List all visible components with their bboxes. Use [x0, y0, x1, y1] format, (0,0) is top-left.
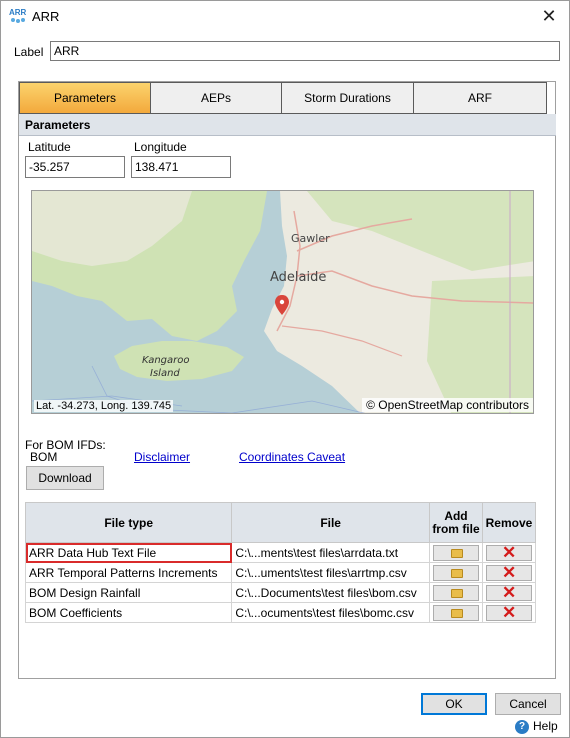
file-type-cell[interactable]: ARR Temporal Patterns Increments — [24, 562, 233, 583]
add-header-line1: Add — [444, 508, 468, 523]
remove-cell: ✕ — [481, 562, 537, 583]
ok-button[interactable]: OK — [421, 693, 487, 715]
disclaimer-link[interactable]: Disclaimer — [134, 450, 190, 464]
map-label-island: Island — [150, 368, 180, 379]
add-from-file-cell — [428, 582, 483, 603]
file-type-cell[interactable]: BOM Design Rainfall — [24, 582, 233, 603]
folder-icon — [450, 548, 463, 558]
file-table: File type File Add from file Remove ARR … — [24, 502, 537, 623]
table-row[interactable]: ARR Temporal Patterns Increments C:\...u… — [24, 562, 537, 583]
tab-arf[interactable]: ARF — [413, 82, 547, 114]
remove-button[interactable]: ✕ — [485, 542, 532, 562]
latitude-input[interactable] — [25, 156, 125, 178]
column-header-add-from-file[interactable]: Add from file — [428, 502, 483, 543]
svg-text:ARR: ARR — [9, 8, 27, 17]
add-header-line2: from file — [432, 521, 480, 536]
tab-storm-durations[interactable]: Storm Durations — [281, 82, 414, 114]
label-field-label: Label — [14, 45, 44, 59]
remove-button[interactable]: ✕ — [485, 562, 532, 582]
location-map[interactable]: Gawler Adelaide Kangaroo Island Lat. -34… — [31, 190, 534, 414]
map-canvas[interactable]: Gawler Adelaide Kangaroo Island — [32, 191, 534, 414]
map-attribution: © OpenStreetMap contributors — [362, 398, 533, 412]
column-header-file[interactable]: File — [231, 502, 430, 543]
title-bar: ARR ARR ✕ — [1, 1, 569, 32]
tab-parameters[interactable]: Parameters — [19, 82, 151, 114]
map-label-gawler: Gawler — [291, 232, 330, 245]
remove-button[interactable]: ✕ — [485, 602, 532, 622]
close-icon[interactable]: ✕ — [537, 4, 561, 28]
add-from-file-button[interactable] — [432, 604, 479, 621]
help-link[interactable]: ? Help — [515, 719, 558, 734]
latitude-label: Latitude — [28, 140, 71, 154]
table-row[interactable]: BOM Coefficients C:\...ocuments\test fil… — [24, 602, 537, 623]
remove-cell: ✕ — [481, 582, 537, 603]
help-icon: ? — [515, 719, 529, 734]
arr-dialog-window: ARR ARR ✕ Label Parameters AEPs Storm Du… — [0, 0, 570, 738]
table-row[interactable]: BOM Design Rainfall C:\...Documents\test… — [24, 582, 537, 603]
map-coordinate-readout: Lat. -34.273, Long. 139.745 — [34, 400, 174, 412]
map-label-kangaroo: Kangaroo — [142, 355, 190, 366]
remove-cell: ✕ — [481, 602, 537, 623]
remove-button[interactable]: ✕ — [485, 582, 532, 602]
red-x-icon: ✕ — [501, 542, 517, 562]
parameters-heading: Parameters — [19, 114, 556, 136]
add-from-file-cell — [428, 542, 483, 563]
column-header-file-type[interactable]: File type — [24, 502, 233, 543]
label-input[interactable] — [50, 41, 560, 61]
file-path-cell[interactable]: C:\...ocuments\test files\bomc.csv — [231, 602, 430, 623]
red-x-icon: ✕ — [501, 582, 517, 602]
file-type-cell[interactable]: ARR Data Hub Text File — [24, 542, 233, 563]
table-row[interactable]: ARR Data Hub Text File C:\...ments\test … — [24, 542, 537, 563]
red-x-icon: ✕ — [501, 562, 517, 582]
tab-aeps[interactable]: AEPs — [150, 82, 282, 114]
add-from-file-cell — [428, 562, 483, 583]
file-path-cell[interactable]: C:\...ments\test files\arrdata.txt — [231, 542, 430, 563]
folder-icon — [450, 568, 463, 578]
coordinates-caveat-link[interactable]: Coordinates Caveat — [239, 450, 345, 464]
folder-icon — [450, 588, 463, 598]
arr-app-icon: ARR — [9, 8, 27, 23]
remove-cell: ✕ — [481, 542, 537, 563]
file-path-cell[interactable]: C:\...Documents\test files\bom.csv — [231, 582, 430, 603]
longitude-label: Longitude — [134, 140, 187, 154]
add-from-file-button[interactable] — [432, 564, 479, 581]
column-header-remove[interactable]: Remove — [481, 502, 537, 543]
folder-icon — [450, 608, 463, 618]
map-label-adelaide: Adelaide — [270, 270, 326, 285]
red-x-icon: ✕ — [501, 602, 517, 622]
cancel-button[interactable]: Cancel — [495, 693, 561, 715]
window-title: ARR — [32, 9, 60, 24]
longitude-input[interactable] — [131, 156, 231, 178]
file-path-cell[interactable]: C:\...uments\test files\arrtmp.csv — [231, 562, 430, 583]
download-button[interactable]: Download — [26, 466, 104, 490]
add-from-file-button[interactable] — [432, 584, 479, 601]
file-type-cell[interactable]: BOM Coefficients — [24, 602, 233, 623]
bom-label: BOM — [30, 450, 58, 464]
add-from-file-button[interactable] — [432, 544, 479, 561]
add-from-file-cell — [428, 602, 483, 623]
tab-strip: Parameters AEPs Storm Durations ARF — [19, 82, 547, 114]
help-label: Help — [533, 719, 558, 733]
